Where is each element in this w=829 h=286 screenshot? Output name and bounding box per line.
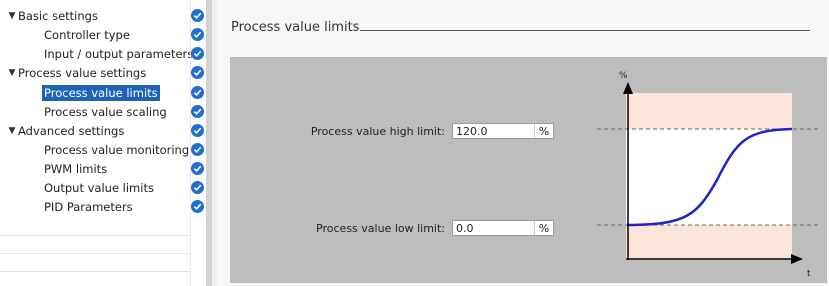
check-icon bbox=[191, 47, 204, 60]
nav-item-label: Process value settings bbox=[18, 65, 147, 80]
main-content: Process value limits Process value high … bbox=[217, 0, 829, 286]
section-title-rule bbox=[360, 30, 810, 31]
nav-item-process-value-settings[interactable]: ▼ Process value settings bbox=[0, 63, 190, 82]
navigation-tree: ▼ Basic settings Controller type Input / ou… bbox=[0, 0, 212, 286]
nav-item-label: PWM limits bbox=[44, 161, 108, 176]
nav-item-label: Output value limits bbox=[44, 180, 154, 195]
high-limit-field[interactable]: 120.0 % bbox=[452, 123, 554, 139]
check-icon bbox=[191, 66, 204, 79]
check-icon bbox=[191, 28, 204, 41]
nav-item-label: Input / output parameters bbox=[44, 46, 194, 61]
low-limit-value[interactable]: 0.0 bbox=[453, 222, 534, 235]
check-icon bbox=[191, 200, 204, 213]
high-limit-unit: % bbox=[534, 124, 553, 138]
settings-panel bbox=[230, 57, 827, 283]
nav-item-label: Process value monitoring bbox=[44, 142, 190, 157]
low-limit-label: Process value low limit: bbox=[316, 222, 445, 235]
nav-item-label: PID Parameters bbox=[44, 199, 133, 214]
navigation-column-divider bbox=[190, 0, 191, 286]
nav-item-label: Basic settings bbox=[18, 8, 98, 23]
expand-arrow-icon[interactable]: ▼ bbox=[6, 68, 18, 78]
high-limit-value[interactable]: 120.0 bbox=[453, 125, 534, 138]
expand-arrow-icon[interactable]: ▼ bbox=[6, 126, 18, 136]
check-icon bbox=[191, 143, 204, 156]
section-title: Process value limits bbox=[231, 20, 360, 35]
nav-item-label: Controller type bbox=[44, 27, 130, 42]
navigation-empty-rows bbox=[0, 218, 190, 286]
low-limit-unit: % bbox=[534, 221, 553, 235]
nav-item-advanced-settings[interactable]: ▼ Advanced settings bbox=[0, 121, 190, 140]
check-icon bbox=[191, 162, 204, 175]
check-icon bbox=[191, 86, 204, 99]
nav-item-label: Process value limits bbox=[42, 84, 160, 101]
check-icon bbox=[191, 181, 204, 194]
check-icon bbox=[191, 9, 204, 22]
check-icon bbox=[191, 124, 204, 137]
low-limit-field[interactable]: 0.0 % bbox=[452, 220, 554, 236]
nav-item-label: Advanced settings bbox=[18, 123, 125, 138]
nav-item-label: Process value scaling bbox=[44, 104, 167, 119]
nav-item-basic-settings[interactable]: ▼ Basic settings bbox=[0, 6, 190, 25]
high-limit-label: Process value high limit: bbox=[310, 125, 445, 138]
expand-arrow-icon[interactable]: ▼ bbox=[6, 11, 18, 21]
check-icon bbox=[191, 105, 204, 118]
